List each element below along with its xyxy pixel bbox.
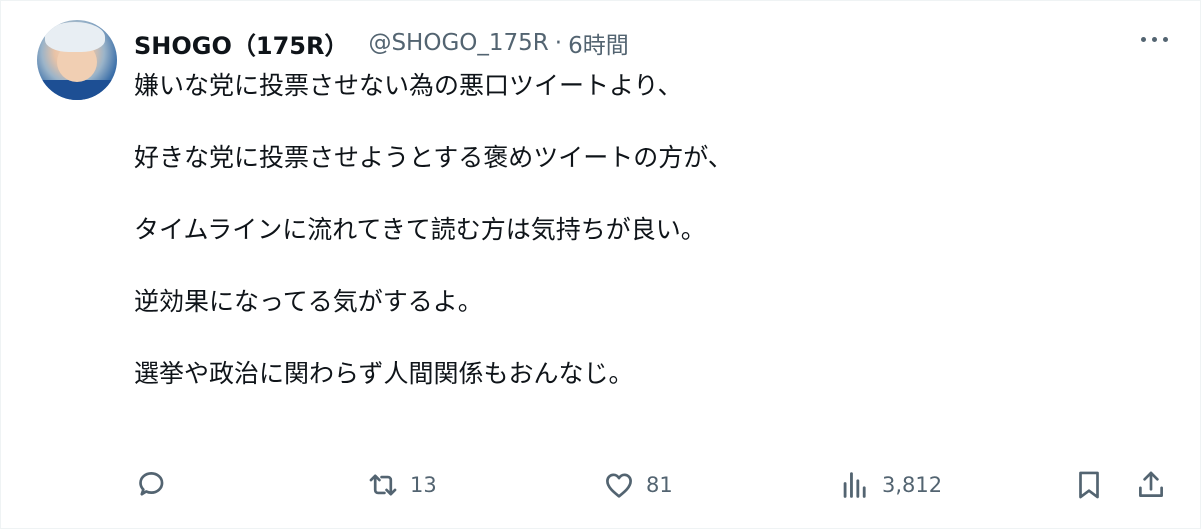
reply-button[interactable] (134, 465, 168, 505)
reply-icon (134, 468, 168, 502)
tweet-header: SHOGO（175R） @SHOGO_175R · 6時間 (134, 25, 629, 61)
views-button[interactable]: 3,812 (838, 465, 942, 505)
retweet-button[interactable]: 13 (366, 465, 437, 505)
author-handle[interactable]: @SHOGO_175R (368, 30, 548, 56)
tweet-text: 嫌いな党に投票させない為の悪口ツイートより、 好きな党に投票させようとする褒めツ… (134, 68, 1134, 392)
avatar-hair (45, 22, 105, 52)
bookmark-button[interactable] (1072, 465, 1106, 505)
avatar-shirt (37, 80, 117, 100)
like-button[interactable]: 81 (602, 465, 673, 505)
more-options-button[interactable] (1136, 27, 1172, 51)
share-icon (1134, 468, 1168, 502)
tweet-line: 逆効果になってる気がするよ。 (134, 287, 483, 316)
like-count: 81 (646, 473, 673, 497)
retweet-icon (366, 468, 400, 502)
views-icon (838, 468, 872, 502)
tweet-timestamp[interactable]: 6時間 (568, 26, 629, 60)
bookmark-icon (1072, 468, 1106, 502)
views-count: 3,812 (882, 473, 943, 497)
tweet-line: 好きな党に投票させようとする褒めツイートの方が、 (134, 143, 733, 172)
share-button[interactable] (1134, 465, 1168, 505)
header-separator: · (554, 30, 563, 56)
tweet-line: 嫌いな党に投票させない為の悪口ツイートより、 (134, 71, 683, 100)
author-name[interactable]: SHOGO（175R） (134, 26, 348, 61)
more-dot (1151, 36, 1157, 42)
retweet-count: 13 (410, 473, 437, 497)
avatar[interactable] (37, 20, 117, 100)
heart-icon (602, 468, 636, 502)
tweet-card: SHOGO（175R） @SHOGO_175R · 6時間 嫌いな党に投票させな… (0, 0, 1201, 529)
action-bar: 13 81 3,812 (134, 465, 1174, 505)
tweet-line: 選挙や政治に関わらず人間関係もおんなじ。 (134, 359, 634, 388)
tweet-line: タイムラインに流れてきて読む方は気持ちが良い。 (134, 215, 706, 244)
more-dot (1140, 36, 1146, 42)
more-dot (1162, 36, 1168, 42)
